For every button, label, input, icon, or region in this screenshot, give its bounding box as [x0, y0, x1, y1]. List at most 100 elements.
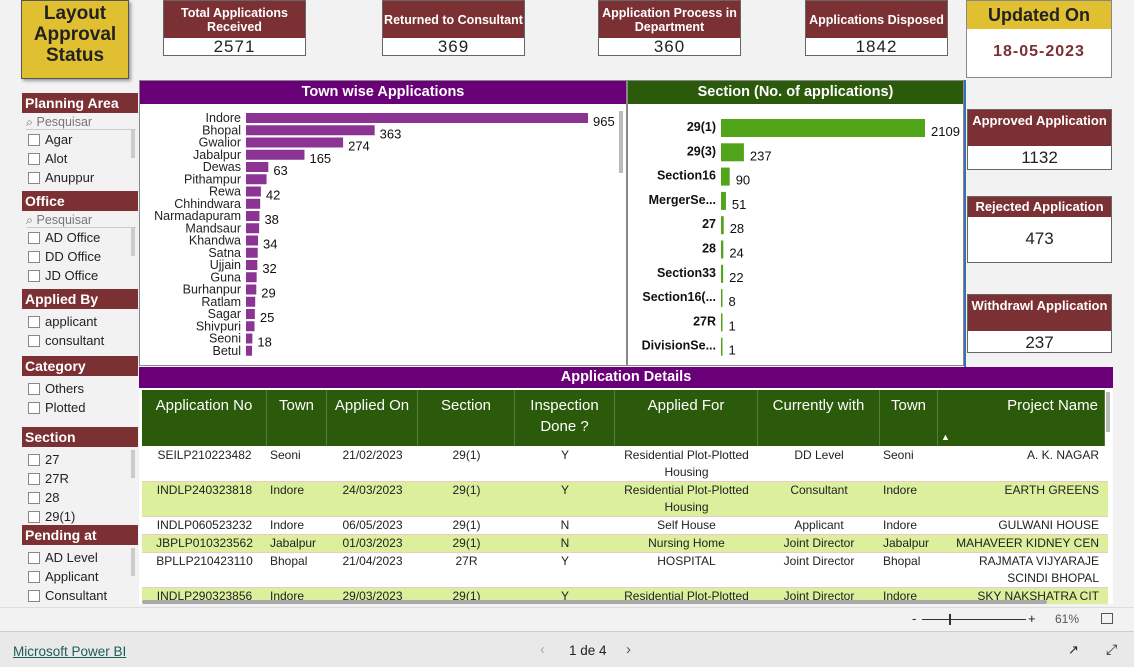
town-bar[interactable]: [246, 186, 261, 197]
checkbox[interactable]: [28, 570, 40, 583]
column-header[interactable]: Inspection Done ?: [515, 390, 615, 446]
checkbox[interactable]: [28, 334, 40, 347]
table-row[interactable]: INDLP240323818 Indore 24/03/2023 29(1) Y Resi…: [142, 482, 1108, 517]
share-icon[interactable]: ↗: [1068, 642, 1079, 658]
section-bar[interactable]: [721, 337, 723, 356]
column-header[interactable]: Section: [418, 390, 515, 446]
town-bar[interactable]: [246, 198, 261, 209]
checkbox[interactable]: [28, 171, 40, 184]
checkbox[interactable]: [28, 491, 40, 504]
sort-ascending-icon[interactable]: ▲: [941, 432, 950, 442]
prev-page-icon[interactable]: ‹: [540, 641, 545, 658]
slicer-option[interactable]: Alot: [28, 149, 67, 168]
column-header[interactable]: Town: [267, 390, 327, 446]
slicer-option[interactable]: Plotted: [28, 398, 85, 417]
slicer-option[interactable]: AD Level: [28, 548, 98, 567]
slicer-scrollbar[interactable]: [131, 548, 135, 576]
section-bar[interactable]: [721, 143, 744, 162]
checkbox[interactable]: [28, 453, 40, 466]
town-bar[interactable]: [246, 296, 256, 307]
table-cell: Bhopal: [270, 554, 308, 568]
section-bar[interactable]: [721, 313, 723, 332]
table-row[interactable]: SEILP210223482 Seoni 21/02/2023 29(1) Y Resid…: [142, 447, 1108, 482]
checkbox[interactable]: [28, 551, 40, 564]
section-bar[interactable]: [721, 216, 724, 235]
zoom-in-button[interactable]: +: [1028, 611, 1036, 626]
column-header[interactable]: Application No: [142, 390, 267, 446]
section-bar[interactable]: [721, 264, 724, 283]
checkbox[interactable]: [28, 231, 40, 244]
slicer-option[interactable]: 27R: [28, 469, 69, 488]
slicer-option[interactable]: Others: [28, 379, 84, 398]
section-bar[interactable]: [721, 191, 726, 210]
town-bar[interactable]: [246, 284, 257, 295]
town-bar[interactable]: [246, 162, 269, 172]
zoom-slider[interactable]: [922, 614, 1026, 625]
slicer-scrollbar[interactable]: [131, 228, 135, 256]
column-header[interactable]: Project Name: [938, 390, 1105, 446]
slicer-option[interactable]: DD Office: [28, 247, 101, 266]
slicer-option[interactable]: Anuppur: [28, 168, 94, 187]
slicer-search-input[interactable]: ⌕ Pesquisar: [26, 213, 136, 228]
slicer-option[interactable]: applicant: [28, 312, 97, 331]
powerbi-link[interactable]: Microsoft Power BI: [13, 644, 126, 659]
town-bar[interactable]: [246, 211, 260, 221]
section-bar[interactable]: [721, 119, 925, 137]
town-bar[interactable]: [246, 223, 260, 234]
town-bar[interactable]: [246, 247, 258, 258]
town-bar[interactable]: [246, 125, 375, 136]
slicer-search-input[interactable]: ⌕ Pesquisar: [26, 115, 136, 130]
column-header[interactable]: Currently with: [758, 390, 880, 446]
column-header[interactable]: Applied On: [327, 390, 418, 446]
town-bar[interactable]: [246, 235, 259, 246]
checkbox[interactable]: [28, 315, 40, 328]
town-bar[interactable]: [246, 174, 267, 185]
column-header[interactable]: Town: [880, 390, 938, 446]
slicer-option[interactable]: Consultant: [28, 586, 107, 605]
zoom-out-button[interactable]: -: [912, 611, 916, 626]
table-h-scrollbar[interactable]: [142, 600, 1047, 604]
town-bar[interactable]: [246, 309, 255, 319]
checkbox[interactable]: [28, 472, 40, 485]
checkbox[interactable]: [28, 152, 40, 165]
town-bar[interactable]: [246, 113, 588, 123]
checkbox[interactable]: [28, 510, 40, 523]
town-bar[interactable]: [246, 345, 253, 356]
section-bar[interactable]: [721, 240, 724, 259]
town-bar[interactable]: [246, 333, 253, 344]
table-v-scrollbar[interactable]: [1106, 392, 1110, 432]
slicer-option[interactable]: 27: [28, 450, 59, 469]
checkbox[interactable]: [28, 589, 40, 602]
town-bar[interactable]: [246, 272, 257, 283]
slicer-option[interactable]: 28: [28, 488, 59, 507]
checkbox[interactable]: [28, 250, 40, 263]
table-cell: Residential Plot-Plotted Housing: [624, 448, 749, 479]
checkbox[interactable]: [28, 401, 40, 414]
slicer-scrollbar[interactable]: [131, 450, 135, 478]
town-bar[interactable]: [246, 149, 305, 160]
next-page-icon[interactable]: ›: [626, 641, 631, 658]
table-row[interactable]: INDLP060523232 Indore 06/05/2023 29(1) N Self…: [142, 517, 1108, 535]
slicer-option[interactable]: Agar: [28, 130, 72, 149]
section-bar[interactable]: [721, 289, 723, 308]
slicer-option[interactable]: JD Office: [28, 266, 98, 285]
town-bar[interactable]: [246, 137, 344, 148]
fit-page-icon[interactable]: [1101, 613, 1113, 624]
slicer-option[interactable]: consultant: [28, 331, 104, 350]
town-bar[interactable]: [246, 321, 255, 332]
slicer-option[interactable]: AD Office: [28, 228, 100, 247]
chart-scrollbar[interactable]: [619, 111, 623, 173]
table-row[interactable]: BPLLP210423110 Bhopal 21/04/2023 27R Y HOSPIT…: [142, 553, 1108, 588]
checkbox[interactable]: [28, 382, 40, 395]
checkbox[interactable]: [28, 269, 40, 282]
slicer-option[interactable]: 29(1): [28, 507, 75, 526]
fullscreen-icon[interactable]: ⤢: [1106, 641, 1117, 658]
table-row[interactable]: JBPLP010323562 Jabalpur 01/03/2023 29(1) N Nu…: [142, 535, 1108, 553]
section-bar[interactable]: [721, 167, 730, 186]
slicer-scrollbar[interactable]: [131, 130, 135, 158]
column-header[interactable]: Applied For: [615, 390, 758, 446]
slicer-option[interactable]: Applicant: [28, 567, 98, 586]
zoom-slider-thumb[interactable]: [949, 614, 951, 625]
town-bar[interactable]: [246, 260, 258, 270]
checkbox[interactable]: [28, 133, 40, 146]
